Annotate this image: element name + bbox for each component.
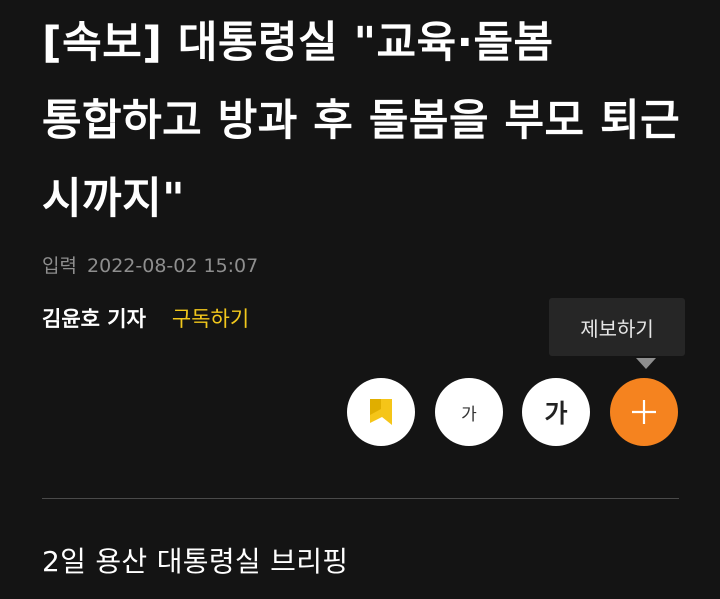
article-subhead: 2일 용산 대통령실 브리핑 xyxy=(42,545,349,578)
report-tooltip: 제보하기 xyxy=(549,298,685,356)
font-large-label: 가 xyxy=(544,399,568,428)
font-size-large-button[interactable]: 가 xyxy=(522,378,590,446)
publish-date: 2022-08-02 15:07 xyxy=(87,255,259,277)
report-tooltip-text: 제보하기 xyxy=(580,316,654,341)
date-label: 입력 xyxy=(42,255,77,277)
article-dateline: 입력 2022-08-02 15:07 xyxy=(42,251,258,278)
plus-icon xyxy=(632,400,656,424)
reporter-name[interactable]: 김윤호 기자 xyxy=(42,303,146,333)
section-divider xyxy=(42,498,679,499)
report-button[interactable] xyxy=(610,378,678,446)
bookmark-icon xyxy=(370,399,392,425)
byline: 김윤호 기자 구독하기 xyxy=(42,303,249,333)
subscribe-button[interactable]: 구독하기 xyxy=(172,303,249,333)
font-small-label: 가 xyxy=(461,404,477,425)
tooltip-arrow xyxy=(636,358,656,369)
bookmark-button[interactable] xyxy=(347,378,415,446)
font-size-small-button[interactable]: 가 xyxy=(435,378,503,446)
article-headline: [속보] 대통령실 "교육·돌봄 통합하고 방과 후 돌봄을 부모 퇴근 시까지… xyxy=(42,18,681,224)
